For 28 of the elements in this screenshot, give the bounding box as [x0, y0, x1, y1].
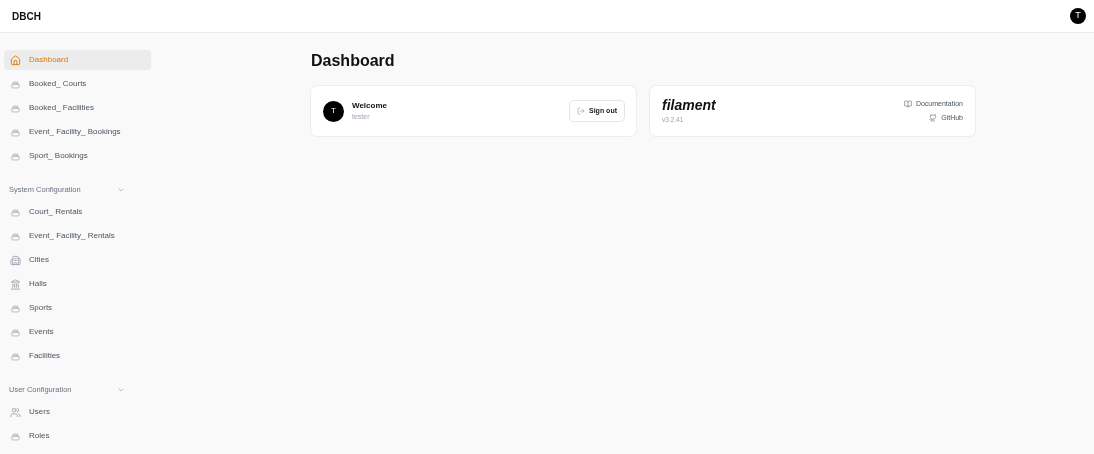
sidebar-item[interactable]: Events	[4, 322, 151, 342]
sidebar-item[interactable]: Cities	[4, 250, 151, 270]
brand-name: DBCH	[12, 9, 41, 24]
sign-out-icon	[577, 107, 585, 115]
user-avatar: T	[323, 100, 344, 122]
user-avatar[interactable]: T	[1070, 8, 1086, 24]
sidebar-item[interactable]: Sports	[4, 298, 151, 318]
logo: filament	[662, 97, 716, 112]
sidebar-item[interactable]: Sport_ Bookings	[4, 146, 151, 166]
sidebar-item[interactable]: Facilities	[4, 346, 151, 366]
sidebar-item[interactable]: Booked_ Courts	[4, 74, 151, 94]
library-icon	[10, 278, 21, 290]
sidebar-item[interactable]: Roles	[4, 426, 151, 446]
home-icon	[10, 54, 21, 66]
sidebar-item[interactable]: Event_ Facility_ Bookings	[4, 122, 151, 142]
github-icon	[929, 113, 938, 122]
sidebar-item[interactable]: Event_ Facility_ Rentals	[4, 226, 151, 246]
welcome-heading: Welcome	[352, 99, 388, 112]
page-title: Dashboard	[311, 51, 396, 71]
sidebar-item[interactable]: Users	[4, 402, 151, 422]
sidebar-item[interactable]: Halls	[4, 274, 151, 294]
chevron-icon	[117, 186, 125, 194]
sidebar-item[interactable]: Booked_ Facilities	[4, 98, 151, 118]
building-icon	[10, 254, 21, 266]
users-icon	[10, 406, 21, 418]
sidebar-item[interactable]: Court_ Rentals	[4, 202, 151, 222]
book-icon	[903, 100, 912, 109]
chevron-icon	[117, 386, 125, 394]
